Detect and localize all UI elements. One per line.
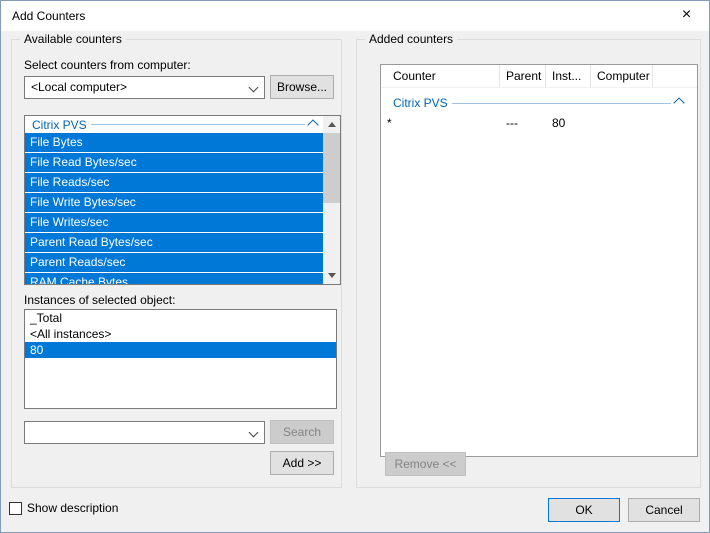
counter-item[interactable]: File Read Bytes/sec [25, 153, 323, 172]
counter-group-header[interactable]: Citrix PVS [25, 116, 323, 133]
ok-button[interactable]: OK [548, 498, 620, 522]
instances-label: Instances of selected object: [24, 293, 175, 307]
close-icon[interactable]: × [664, 1, 709, 31]
cell-computer [591, 114, 653, 132]
table-header: Counter Parent Inst... Computer [381, 65, 697, 88]
search-combobox[interactable] [24, 421, 265, 444]
column-header-counter[interactable]: Counter [381, 65, 500, 87]
added-counters-group: Added counters Counter Parent Inst... Co… [356, 39, 701, 488]
instance-item-selected[interactable]: 80 [25, 342, 336, 358]
instances-listbox[interactable]: _Total <All instances> 80 [24, 309, 337, 409]
scroll-up-icon[interactable] [323, 116, 340, 133]
collapse-chevron-icon[interactable] [307, 119, 318, 130]
added-group-label: Citrix PVS [393, 96, 448, 110]
cell-parent: --- [500, 114, 546, 132]
counters-listbox[interactable]: Citrix PVS File Bytes File Read Bytes/se… [24, 115, 341, 285]
instance-item[interactable]: _Total [25, 310, 336, 326]
counter-item[interactable]: Parent Read Bytes/sec [25, 233, 323, 252]
group-divider-line [452, 103, 671, 104]
added-counters-group-label: Added counters [365, 32, 457, 46]
show-description-checkbox-row[interactable]: Show description [9, 501, 118, 515]
counter-item[interactable]: File Reads/sec [25, 173, 323, 192]
chevron-down-icon [249, 428, 259, 438]
show-description-checkbox[interactable] [9, 502, 22, 515]
cell-counter: * [381, 114, 500, 132]
add-counters-dialog: Add Counters × Available counters Select… [0, 0, 710, 533]
group-divider-line [91, 124, 305, 125]
counter-item[interactable]: Parent Reads/sec [25, 253, 323, 272]
chevron-down-icon [249, 83, 259, 93]
available-counters-group-label: Available counters [20, 32, 126, 46]
table-row[interactable]: * --- 80 [381, 114, 697, 132]
added-group-row[interactable]: Citrix PVS [381, 94, 697, 112]
dialog-title: Add Counters [12, 1, 85, 31]
title-bar: Add Counters × [1, 1, 709, 31]
counter-item[interactable]: File Writes/sec [25, 213, 323, 232]
browse-button[interactable]: Browse... [270, 75, 334, 99]
remove-button[interactable]: Remove << [385, 452, 466, 476]
scrollbar-thumb[interactable] [323, 133, 340, 203]
cancel-button[interactable]: Cancel [628, 498, 700, 522]
computer-combobox-value: <Local computer> [31, 77, 242, 98]
scrollbar[interactable] [323, 116, 340, 284]
search-button[interactable]: Search [270, 420, 334, 444]
instance-item[interactable]: <All instances> [25, 326, 336, 342]
counter-item[interactable]: File Write Bytes/sec [25, 193, 323, 212]
search-input[interactable] [27, 424, 231, 443]
counter-group-label: Citrix PVS [32, 118, 87, 132]
column-header-instance[interactable]: Inst... [546, 65, 591, 87]
select-computer-label: Select counters from computer: [24, 58, 191, 72]
added-counters-table[interactable]: Counter Parent Inst... Computer Citrix P… [380, 64, 698, 457]
column-header-computer[interactable]: Computer [591, 65, 653, 87]
cell-instance: 80 [546, 114, 591, 132]
show-description-label: Show description [27, 501, 118, 515]
scroll-down-icon[interactable] [323, 267, 340, 284]
counter-item[interactable]: File Bytes [25, 133, 323, 152]
add-button[interactable]: Add >> [270, 451, 334, 475]
collapse-chevron-icon[interactable] [673, 97, 684, 108]
available-counters-group: Available counters Select counters from … [11, 39, 342, 488]
computer-combobox[interactable]: <Local computer> [24, 76, 265, 99]
counter-item[interactable]: RAM Cache Bytes [25, 273, 323, 285]
column-header-parent[interactable]: Parent [500, 65, 546, 87]
column-header-filler [653, 65, 697, 87]
